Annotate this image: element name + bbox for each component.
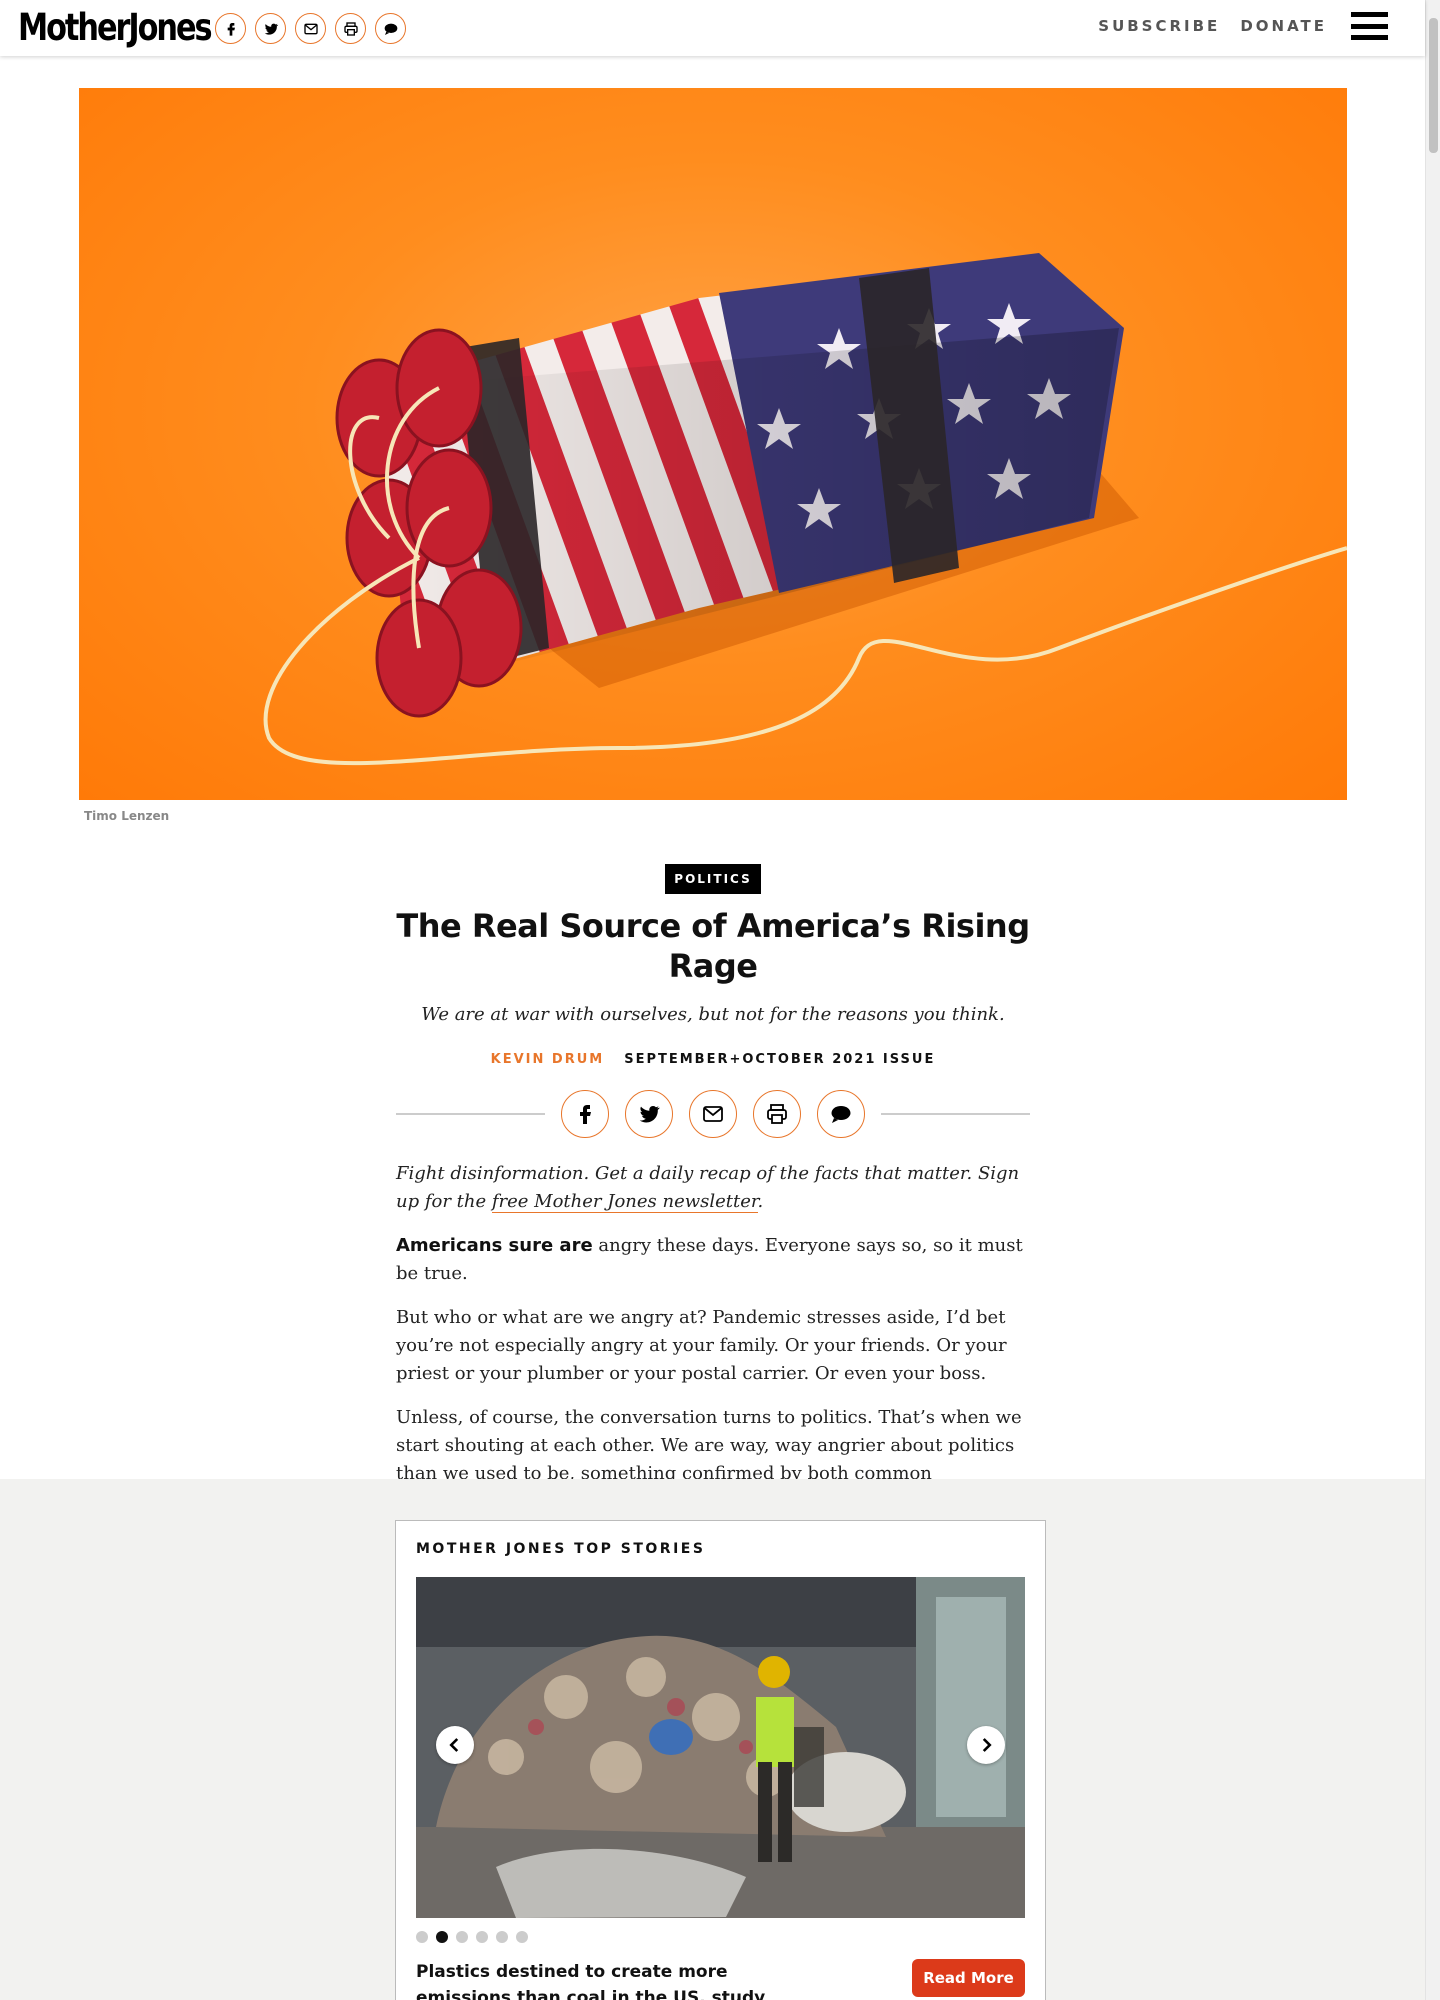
chevron-right-icon <box>982 1738 992 1752</box>
email-icon <box>303 23 318 34</box>
twitter-share-button[interactable] <box>255 13 286 44</box>
print-icon <box>343 21 358 36</box>
paragraph-2: But who or what are we angry at? Pandemi… <box>396 1307 1007 1384</box>
facebook-share-button[interactable] <box>561 1090 609 1138</box>
newsletter-signup-link[interactable]: free Mother Jones newsletter <box>491 1191 758 1213</box>
facebook-icon <box>227 22 235 36</box>
page-scrollbar[interactable] <box>1425 0 1440 2000</box>
comment-button[interactable] <box>375 13 406 44</box>
twitter-icon <box>639 1105 660 1123</box>
category-tag[interactable]: POLITICS <box>665 864 761 894</box>
newsletter-promo: Fight disinformation. Get a daily recap … <box>396 1160 1030 1216</box>
subscribe-link[interactable]: SUBSCRIBE <box>1098 17 1220 35</box>
issue-label[interactable]: SEPTEMBER+OCTOBER 2021 ISSUE <box>624 1052 935 1067</box>
carousel-dot[interactable] <box>416 1931 428 1943</box>
photo-credit: Timo Lenzen <box>84 809 170 823</box>
top-stories-widget: MOTHER JONES TOP STORIES Plastics destin… <box>395 1520 1046 2000</box>
byline: KEVIN DRUM SEPTEMBER+OCTOBER 2021 ISSUE <box>380 1052 1046 1067</box>
comment-icon <box>384 23 397 35</box>
hamburger-menu-icon[interactable] <box>1351 12 1388 40</box>
email-icon <box>703 1106 723 1122</box>
lead-in: Americans sure are <box>396 1235 593 1256</box>
paragraph-1: Americans sure are angry these days. Eve… <box>396 1232 1030 1288</box>
read-more-button[interactable]: Read More <box>912 1959 1025 1997</box>
comment-button[interactable] <box>817 1090 865 1138</box>
top-stories-title: MOTHER JONES TOP STORIES <box>416 1541 706 1557</box>
twitter-share-button[interactable] <box>625 1090 673 1138</box>
promo-end: . <box>757 1191 764 1212</box>
facebook-icon <box>580 1105 591 1124</box>
divider <box>396 1113 545 1115</box>
facebook-share-button[interactable] <box>215 13 246 44</box>
carousel-dot[interactable] <box>456 1931 468 1943</box>
author-link[interactable]: KEVIN DRUM <box>491 1052 605 1067</box>
story-carousel-image[interactable] <box>416 1577 1025 1918</box>
header-nav: SUBSCRIBE DONATE <box>1098 0 1425 52</box>
carousel-next-button[interactable] <box>967 1726 1005 1764</box>
print-button[interactable] <box>753 1090 801 1138</box>
carousel-dots <box>416 1931 528 1943</box>
carousel-prev-button[interactable] <box>436 1726 474 1764</box>
story-headline[interactable]: Plastics destined to create more emissio… <box>416 1959 816 2000</box>
hero-image-flag-dynamite <box>79 88 1347 800</box>
article-title: The Real Source of America’s Rising Rage <box>396 907 1030 985</box>
email-share-button[interactable] <box>689 1090 737 1138</box>
carousel-dot-active[interactable] <box>436 1931 448 1943</box>
mother-jones-logo[interactable]: MotherJones <box>18 6 213 49</box>
donate-link[interactable]: DONATE <box>1240 17 1327 35</box>
email-share-button[interactable] <box>295 13 326 44</box>
article-share-bar <box>396 1090 1030 1138</box>
article-dek: We are at war with ourselves, but not fo… <box>421 1004 1005 1025</box>
twitter-icon <box>264 23 278 35</box>
article-body: Fight disinformation. Get a daily recap … <box>396 1160 1030 1532</box>
comment-icon <box>831 1106 851 1123</box>
header-share-bar <box>215 13 406 44</box>
carousel-dot[interactable] <box>496 1931 508 1943</box>
site-header: MotherJones SUBSCRIBE DONATE <box>0 0 1425 56</box>
divider <box>881 1113 1030 1115</box>
print-button[interactable] <box>335 13 366 44</box>
carousel-dot[interactable] <box>516 1931 528 1943</box>
chevron-left-icon <box>449 1738 459 1752</box>
print-icon <box>767 1104 787 1124</box>
scrollbar-thumb[interactable] <box>1429 18 1438 153</box>
carousel-dot[interactable] <box>476 1931 488 1943</box>
